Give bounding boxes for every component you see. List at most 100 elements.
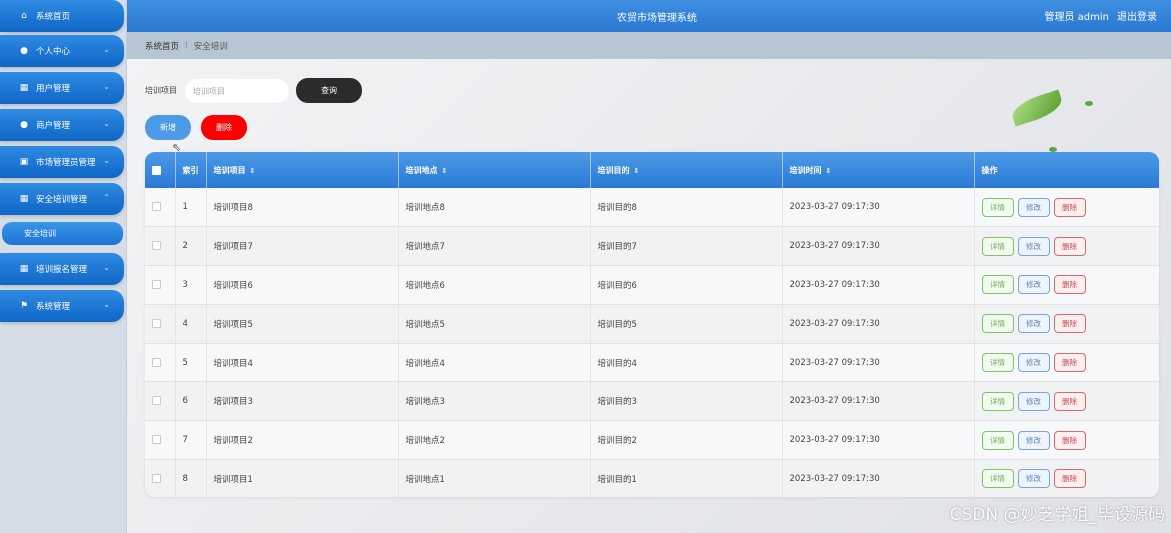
sort-icon[interactable]: ⇕ xyxy=(826,167,832,175)
detail-button[interactable]: 详情 xyxy=(981,469,1014,489)
detail-button[interactable]: 详情 xyxy=(981,314,1014,334)
breadcrumb: 系统首页 ⁝ 安全培训 xyxy=(127,32,1171,59)
table-row: 3 培训项目6 培训地点6 培训目的6 2023-03-27 09:17:30 详情 修改删… xyxy=(145,265,1159,305)
edit-button[interactable]: 修改 xyxy=(1017,469,1050,489)
detail-button[interactable]: 详情 xyxy=(981,275,1014,295)
grid-icon: ▦ xyxy=(19,194,29,204)
sidebar-item-training-signup[interactable]: ▦ 培训报名管理 ⌄ xyxy=(0,253,124,285)
sidebar-item-label: 培训报名管理 xyxy=(36,265,88,275)
training-table: 索引 培训项目 ⇕ 培训地点 ⇕ 培训目的 ⇕ 培训时间 ⇕ 操作 1 培训项目8 培训地点… xyxy=(145,152,1159,497)
cell-actions: 详情 修改 删除 xyxy=(974,343,1159,382)
header-time[interactable]: 培训时间 ⇕ xyxy=(782,152,975,188)
row-checkbox[interactable] xyxy=(152,318,161,328)
sidebar-item-label: 系统首页 xyxy=(36,12,71,22)
batch-delete-button[interactable]: 删除 xyxy=(201,115,247,140)
row-checkbox[interactable] xyxy=(152,202,161,212)
row-checkbox[interactable] xyxy=(152,396,161,406)
header-location[interactable]: 培训地点 ⇕ xyxy=(398,152,591,188)
top-header: 农贸市场管理系统 管理员 admin 退出登录 xyxy=(127,0,1171,32)
detail-button[interactable]: 详情 xyxy=(981,430,1014,450)
cell-actions: 详情 修改 删除 xyxy=(974,266,1159,305)
detail-button[interactable]: 详情 xyxy=(981,236,1014,256)
person-icon: ● xyxy=(20,120,28,130)
row-checkbox[interactable] xyxy=(152,473,161,483)
flag-icon: ⚑ xyxy=(19,301,29,311)
sidebar-item-home[interactable]: ⌂ 系统首页 xyxy=(0,0,124,32)
edit-button[interactable]: 修改 xyxy=(1017,236,1050,256)
edit-button[interactable]: 修改 xyxy=(1017,314,1050,334)
table-row: 1 培训项目8 培训地点8 培训目的8 2023-03-27 09:17:30 详情 修改删… xyxy=(145,188,1159,227)
delete-button[interactable]: 删除 xyxy=(1053,314,1086,334)
edit-button[interactable]: 修改 xyxy=(1017,353,1050,373)
sort-icon[interactable]: ⇕ xyxy=(442,167,448,175)
sort-icon[interactable]: ⇕ xyxy=(634,167,640,175)
row-checkbox-cell xyxy=(145,304,176,344)
sidebar-item-users[interactable]: ▦ 用户管理 ⌄ xyxy=(0,72,124,104)
grid-icon: ▦ xyxy=(19,83,29,93)
edit-button[interactable]: 修改 xyxy=(1017,430,1050,450)
row-checkbox[interactable] xyxy=(152,435,161,445)
delete-button[interactable]: 删除 xyxy=(1053,430,1086,450)
cell-project: 培训项目7 xyxy=(206,226,399,266)
cell-location: 培训地点3 xyxy=(398,381,591,421)
logout-link[interactable]: 退出登录 xyxy=(1117,8,1157,23)
delete-button[interactable]: 删除 xyxy=(1053,469,1086,489)
add-button[interactable]: 新增 xyxy=(145,115,191,140)
detail-button[interactable]: 详情 xyxy=(981,353,1014,373)
row-checkbox-cell xyxy=(145,226,176,266)
cell-time: 2023-03-27 09:17:30 xyxy=(782,420,975,460)
row-checkbox[interactable] xyxy=(152,357,161,367)
cell-purpose: 培训目的7 xyxy=(590,226,783,266)
cell-actions: 详情 修改 删除 xyxy=(974,304,1159,343)
edit-button[interactable]: 修改 xyxy=(1017,391,1050,411)
cell-time: 2023-03-27 09:17:30 xyxy=(782,265,975,305)
header-actions: 操作 xyxy=(981,165,998,175)
cell-project: 培训项目4 xyxy=(206,343,399,382)
search-input[interactable] xyxy=(185,79,289,103)
sidebar-item-label: 用户管理 xyxy=(36,84,71,94)
sidebar-item-merchants[interactable]: ● 商户管理 ⌄ xyxy=(0,109,124,141)
chevron-down-icon: ⌄ xyxy=(103,45,110,54)
delete-button[interactable]: 删除 xyxy=(1053,197,1086,217)
cell-project: 培训项目5 xyxy=(206,304,399,344)
header-purpose[interactable]: 培训目的 ⇕ xyxy=(590,152,783,188)
sidebar-subitem-safety-training[interactable]: 安全培训 xyxy=(2,222,123,245)
person-icon: ● xyxy=(20,46,28,56)
breadcrumb-separator: ⁝ xyxy=(185,40,188,51)
watermark: CSDN @妙芝学姐_毕设源码 xyxy=(949,505,1165,525)
delete-button[interactable]: 删除 xyxy=(1053,236,1086,256)
cell-project: 培训项目2 xyxy=(206,420,399,460)
cell-actions: 详情 修改 删除 xyxy=(974,382,1159,421)
detail-button[interactable]: 详情 xyxy=(981,391,1014,411)
cell-location: 培训地点2 xyxy=(398,420,591,460)
user-area: 管理员 admin 退出登录 xyxy=(1044,8,1157,23)
row-checkbox[interactable] xyxy=(152,279,161,289)
header-project[interactable]: 培训项目 ⇕ xyxy=(206,152,399,188)
delete-button[interactable]: 删除 xyxy=(1053,391,1086,411)
row-checkbox[interactable] xyxy=(152,241,161,251)
chevron-down-icon: ⌄ xyxy=(103,156,110,165)
sidebar-item-safety-training[interactable]: ▦ 安全培训管理 ⌃ xyxy=(0,183,124,215)
row-checkbox-cell xyxy=(145,188,176,227)
detail-button[interactable]: 详情 xyxy=(981,197,1014,217)
cell-index: 2 xyxy=(175,226,207,266)
home-icon: ⌂ xyxy=(21,11,27,21)
sidebar-item-market-admins[interactable]: ▣ 市场管理员管理 ⌄ xyxy=(0,146,124,178)
cell-index: 5 xyxy=(175,343,207,382)
sort-icon[interactable]: ⇕ xyxy=(250,167,256,175)
cell-index: 4 xyxy=(175,304,207,344)
edit-button[interactable]: 修改 xyxy=(1017,197,1050,217)
edit-button[interactable]: 修改 xyxy=(1017,275,1050,295)
select-all-checkbox[interactable] xyxy=(152,165,161,175)
cell-index: 6 xyxy=(175,381,207,421)
breadcrumb-home[interactable]: 系统首页 xyxy=(145,40,179,52)
delete-button[interactable]: 删除 xyxy=(1053,353,1086,373)
cell-index: 1 xyxy=(175,188,207,227)
sidebar-item-profile[interactable]: ● 个人中心 ⌄ xyxy=(0,35,124,67)
delete-button[interactable]: 删除 xyxy=(1053,275,1086,295)
sidebar-item-system[interactable]: ⚑ 系统管理 ⌄ xyxy=(0,290,124,322)
row-checkbox-cell xyxy=(145,381,176,421)
leaf-decoration xyxy=(1085,101,1093,106)
leaf-decoration xyxy=(1008,89,1066,127)
query-button[interactable]: 查询 xyxy=(296,78,362,103)
